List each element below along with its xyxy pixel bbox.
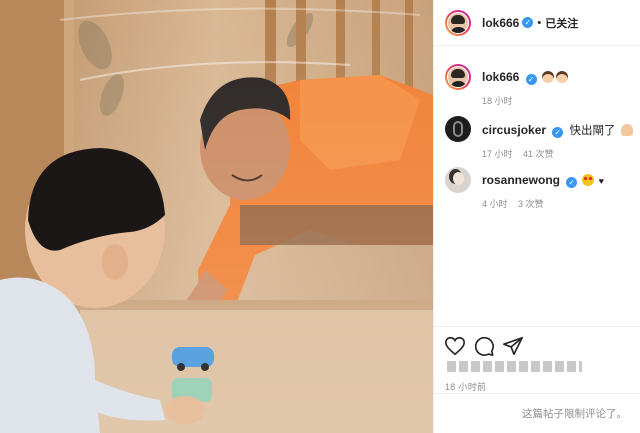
verified-badge-icon: ✓ bbox=[552, 127, 564, 138]
comment-item: rosannewong ✓ ♥ 4 小时 3 次赞 bbox=[434, 167, 612, 210]
comment-text: 快出閘了 bbox=[569, 125, 616, 137]
likes-count-redacted bbox=[447, 361, 582, 372]
commenter-avatar[interactable] bbox=[445, 167, 471, 193]
comment-item: lok666 ✓ 18 小时 bbox=[434, 64, 576, 107]
boy-face-emoji-icon bbox=[541, 71, 554, 83]
comment-likes-button[interactable]: 3 次赞 bbox=[518, 199, 544, 209]
verified-badge-icon: ✓ bbox=[522, 17, 534, 28]
post-photo[interactable] bbox=[0, 0, 433, 433]
comment-bubble-icon[interactable] bbox=[473, 335, 495, 357]
comment-likes-button[interactable]: 41 次赞 bbox=[523, 149, 554, 159]
comment-time: 18 小时 bbox=[482, 96, 513, 106]
comment-time: 4 小时 bbox=[482, 199, 508, 209]
share-send-icon[interactable] bbox=[502, 335, 524, 357]
star-eyes-emoji-icon bbox=[582, 174, 595, 186]
verified-badge-icon: ✓ bbox=[566, 177, 578, 188]
commenter-avatar[interactable] bbox=[445, 64, 471, 90]
instagram-post: lok666 ✓ • 已关注 lok666 ✓ 18 小时 circusjoke… bbox=[0, 0, 640, 433]
post-side-panel: lok666 ✓ • 已关注 lok666 ✓ 18 小时 circusjoke… bbox=[433, 0, 640, 433]
like-heart-icon[interactable] bbox=[444, 335, 466, 357]
separator-dot: • bbox=[537, 16, 542, 29]
commenter-avatar[interactable] bbox=[445, 116, 471, 142]
commenter-username[interactable]: circusjoker bbox=[482, 123, 546, 137]
boy-face-emoji-icon bbox=[555, 71, 568, 83]
author-avatar[interactable] bbox=[445, 9, 471, 36]
photo-illustration bbox=[0, 0, 433, 433]
verified-badge-icon: ✓ bbox=[525, 74, 537, 85]
post-timestamp: 18 小时前 bbox=[445, 382, 487, 392]
comments-limited-notice: 这篇帖子限制评论了。 bbox=[434, 393, 640, 433]
hand-emoji-icon bbox=[620, 124, 633, 136]
comment-item: circusjoker ✓ 快出閘了 17 小时 41 次赞 bbox=[434, 116, 640, 160]
commenter-username[interactable]: lok666 bbox=[482, 70, 519, 84]
follow-status-button[interactable]: 已关注 bbox=[545, 15, 578, 31]
comment-time: 17 小时 bbox=[482, 149, 513, 159]
post-header: lok666 ✓ • 已关注 bbox=[434, 0, 640, 46]
commenter-username[interactable]: rosannewong bbox=[482, 173, 560, 187]
heart-suit-icon: ♥ bbox=[598, 176, 604, 186]
author-username[interactable]: lok666 bbox=[482, 16, 519, 30]
